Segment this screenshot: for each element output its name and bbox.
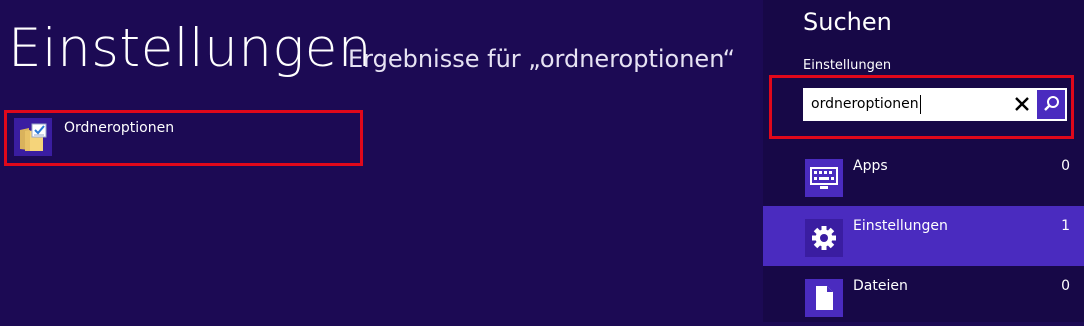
category-label: Einstellungen <box>853 218 948 234</box>
results-label: Ergebnisse für „ordneroptionen“ <box>348 45 736 73</box>
text-caret <box>920 95 921 114</box>
result-label: Ordneroptionen <box>64 120 175 136</box>
close-icon <box>1015 97 1029 111</box>
result-item-ordneroptionen[interactable]: Ordneroptionen <box>10 114 310 160</box>
search-scope-label: Einstellungen <box>803 58 892 73</box>
category-count: 0 <box>1061 278 1070 294</box>
document-icon <box>805 279 843 317</box>
clear-search-button[interactable] <box>1011 92 1033 117</box>
category-count: 1 <box>1061 218 1070 234</box>
category-count: 0 <box>1061 158 1070 174</box>
search-pane: Suchen Einstellungen ordneroptionen Apps… <box>763 0 1084 322</box>
page-title: Einstellungen <box>8 18 372 79</box>
search-box[interactable] <box>803 88 1067 121</box>
category-apps[interactable]: Apps 0 <box>763 146 1084 206</box>
category-label: Apps <box>853 158 888 174</box>
search-input[interactable] <box>811 88 1011 121</box>
apps-keyboard-icon <box>805 159 843 197</box>
category-einstellungen[interactable]: Einstellungen 1 <box>763 206 1084 266</box>
search-pane-title: Suchen <box>803 8 892 36</box>
category-dateien[interactable]: Dateien 0 <box>763 266 1084 326</box>
results-area: Einstellungen Ergebnisse für „ordneropti… <box>0 0 763 322</box>
folder-options-icon <box>14 118 52 156</box>
search-icon <box>1044 96 1059 111</box>
search-button[interactable] <box>1037 90 1065 119</box>
category-label: Dateien <box>853 278 908 294</box>
gear-icon <box>805 219 843 257</box>
